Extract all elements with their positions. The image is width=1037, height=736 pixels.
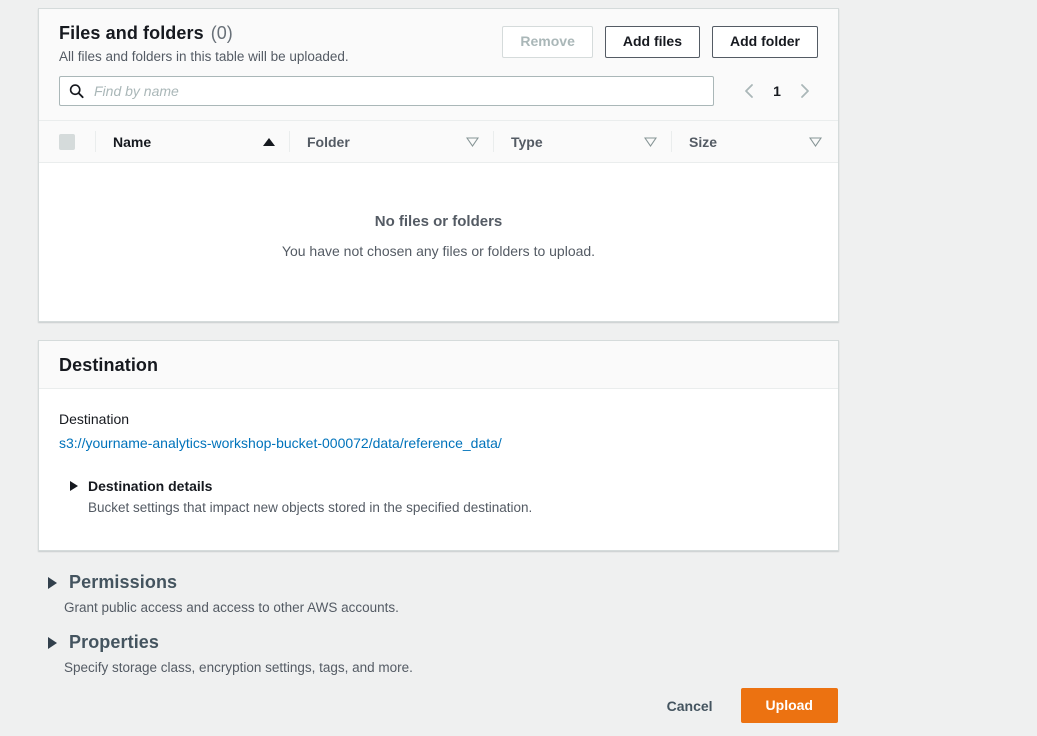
cancel-button[interactable]: Cancel	[657, 690, 723, 722]
destination-details-title: Destination details	[88, 478, 213, 494]
add-folder-button[interactable]: Add folder	[712, 26, 818, 59]
triangle-right-icon	[48, 636, 57, 649]
files-count: (0)	[210, 23, 233, 43]
upload-page: Files and folders (0) All files and fold…	[0, 0, 1037, 736]
empty-state-subtitle: You have not chosen any files or folders…	[281, 242, 596, 259]
properties-section: Properties Specify storage class, encryp…	[48, 632, 838, 675]
destination-panel-header: Destination	[39, 341, 838, 389]
files-panel-actions: Remove Add files Add folder	[502, 23, 818, 59]
empty-state-title: No files or folders	[374, 212, 503, 230]
column-header-name-label: Name	[113, 133, 152, 150]
footer-actions: Cancel Upload	[0, 688, 838, 723]
pagination: 1	[736, 78, 818, 104]
column-header-size-label: Size	[689, 133, 718, 150]
column-header-folder[interactable]: Folder	[289, 121, 493, 162]
chevron-right-icon[interactable]	[792, 78, 818, 104]
properties-description: Specify storage class, encryption settin…	[64, 660, 413, 675]
sort-ascending-icon	[263, 137, 275, 146]
files-table-toolbar: 1	[39, 76, 838, 120]
permissions-description: Grant public access and access to other …	[64, 600, 399, 615]
column-header-type[interactable]: Type	[493, 121, 671, 162]
destination-title: Destination	[59, 355, 159, 375]
destination-uri-link[interactable]: s3://yourname-analytics-workshop-bucket-…	[59, 435, 502, 451]
page-title: Files and folders	[59, 23, 204, 43]
add-files-button[interactable]: Add files	[604, 26, 700, 59]
permissions-section: Permissions Grant public access and acce…	[48, 572, 838, 615]
pagination-page-1[interactable]: 1	[766, 83, 788, 99]
sort-descending-icon	[808, 134, 823, 150]
files-panel-header: Files and folders (0) All files and fold…	[39, 9, 838, 76]
sort-descending-icon	[643, 134, 658, 150]
destination-details-expander: Destination details Bucket settings that…	[59, 478, 818, 515]
files-table-empty-state: No files or folders You have not chosen …	[39, 163, 838, 308]
triangle-right-icon	[48, 576, 57, 589]
triangle-right-icon	[70, 481, 78, 491]
chevron-left-icon[interactable]	[736, 78, 762, 104]
destination-field-label: Destination	[59, 411, 130, 427]
select-all-cell	[39, 121, 95, 162]
search-field-wrapper	[59, 76, 714, 106]
destination-panel-body: Destination s3://yourname-analytics-work…	[39, 389, 838, 537]
properties-toggle[interactable]: Properties	[48, 632, 838, 653]
destination-details-description: Bucket settings that impact new objects …	[88, 500, 533, 515]
files-panel-subtitle: All files and folders in this table will…	[59, 49, 349, 64]
files-table-header: Name Folder Type Size	[39, 120, 838, 163]
search-input[interactable]	[59, 76, 714, 106]
sort-descending-icon	[465, 134, 480, 150]
remove-button[interactable]: Remove	[502, 26, 593, 59]
destination-details-toggle[interactable]: Destination details	[70, 478, 818, 494]
destination-panel: Destination Destination s3://yourname-an…	[38, 340, 839, 551]
files-and-folders-panel: Files and folders (0) All files and fold…	[38, 8, 839, 322]
column-header-folder-label: Folder	[307, 133, 350, 150]
properties-title: Properties	[69, 632, 160, 652]
column-header-name[interactable]: Name	[95, 121, 289, 162]
column-header-size[interactable]: Size	[671, 121, 836, 162]
column-header-type-label: Type	[511, 133, 543, 150]
permissions-title: Permissions	[69, 572, 178, 592]
select-all-checkbox[interactable]	[59, 133, 75, 150]
permissions-toggle[interactable]: Permissions	[48, 572, 838, 593]
upload-button[interactable]: Upload	[740, 688, 838, 723]
